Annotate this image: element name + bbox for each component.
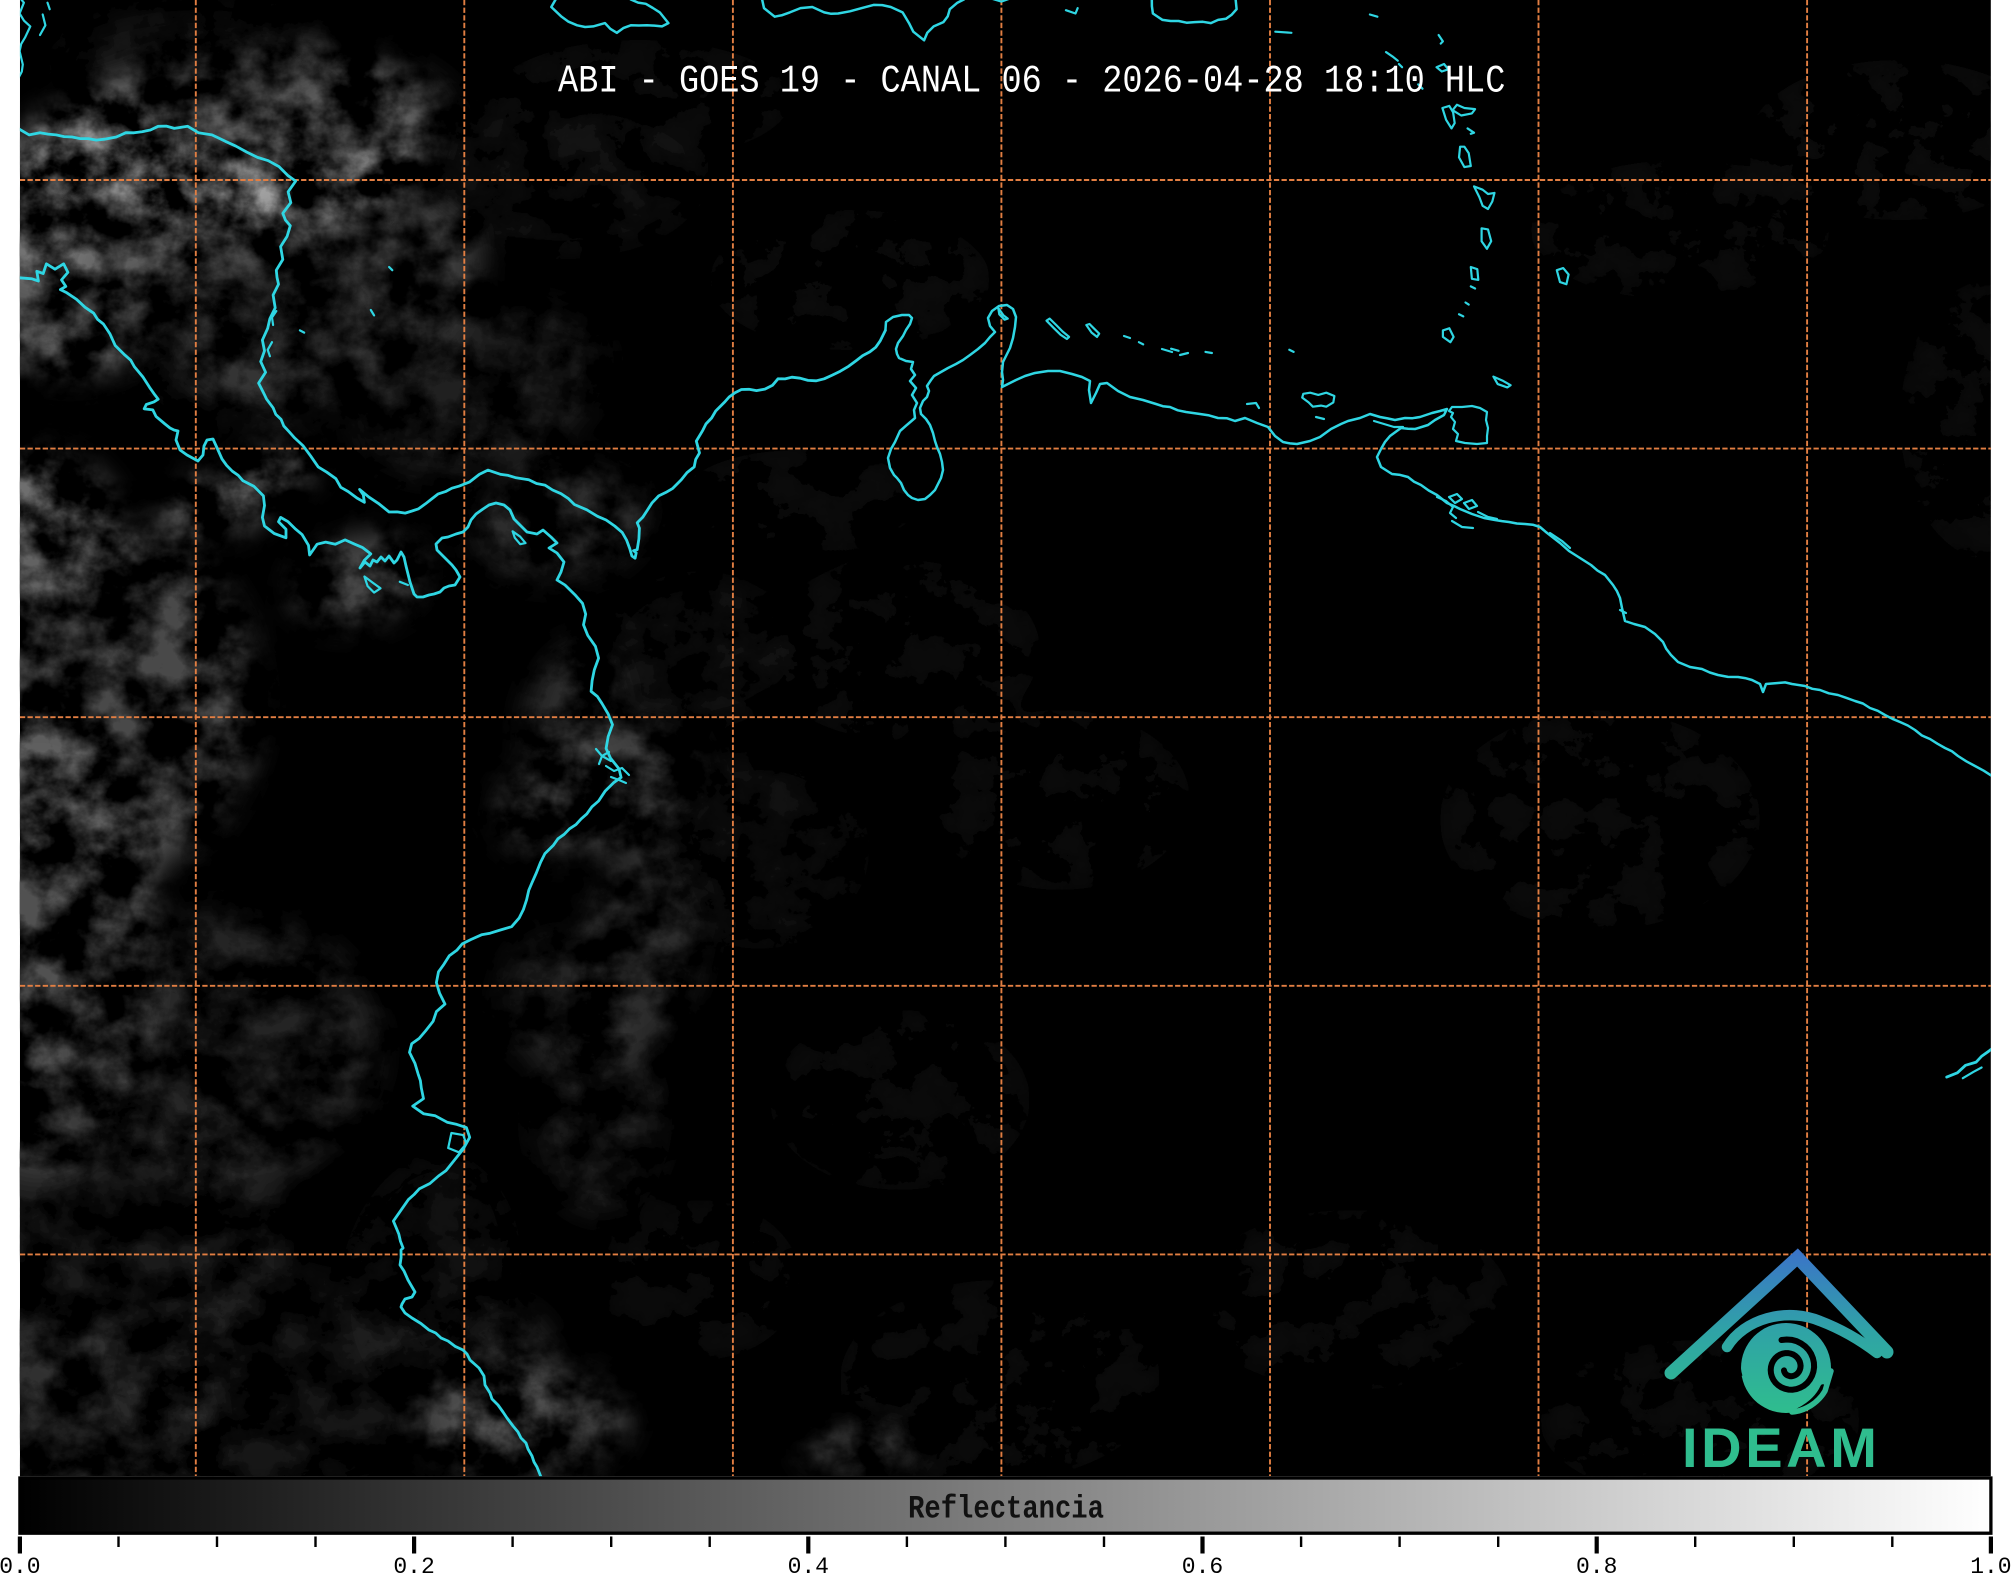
svg-text:0.2: 0.2 xyxy=(393,1554,434,1577)
svg-text:0.0: 0.0 xyxy=(0,1554,41,1577)
svg-text:0.6: 0.6 xyxy=(1182,1554,1223,1577)
svg-text:0.4: 0.4 xyxy=(788,1554,829,1577)
svg-text:0.8: 0.8 xyxy=(1576,1554,1617,1577)
svg-text:1.0: 1.0 xyxy=(1970,1554,2011,1577)
svg-text:Reflectancia: Reflectancia xyxy=(908,1491,1104,1528)
svg-text:ABI - GOES 19 - CANAL 06 - 202: ABI - GOES 19 - CANAL 06 - 2026-04-28 18… xyxy=(558,59,1505,103)
svg-text:IDEAM: IDEAM xyxy=(1682,1416,1880,1479)
